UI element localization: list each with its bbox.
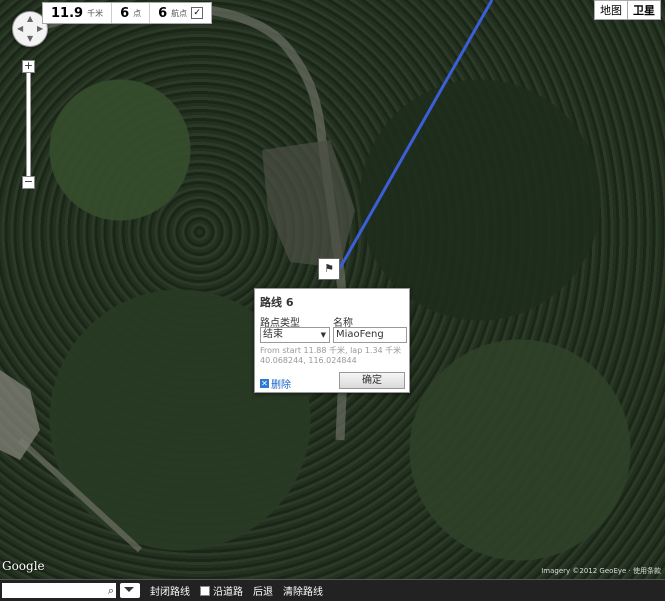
building [0,370,40,460]
confirm-button[interactable]: 确定 [339,372,405,389]
bottom-toolbar: ⌕ 封闭路线 沿道路 后退 清除路线 [0,579,665,601]
search-input[interactable]: ⌕ [2,583,116,598]
follow-road-label: 沿道路 [213,587,243,598]
zoom-out-button[interactable]: − [22,176,35,189]
copyright-text: Imagery ©2012 GeoEye · 使用条款 [541,567,661,575]
coordinates-info: 40.068244, 116.024844 [260,356,357,365]
waypoint-type-value: 结束 [263,329,283,340]
points-unit: 点 [133,8,142,18]
x-icon: ✕ [260,379,269,388]
map-type-control: 地图 卫星 [594,0,661,20]
checkbox-icon[interactable] [200,585,210,596]
flag-icon[interactable]: ⚑ [318,258,340,280]
parking-area [262,140,355,268]
dropdown-button[interactable] [120,583,140,598]
trail [17,437,143,553]
route-stats: 11.9 千米 6 点 6 航点 ✓ [42,2,213,24]
zoom-in-button[interactable]: + [22,60,35,73]
waypoints-value: 6 [158,5,168,21]
zoom-control: + − [22,60,35,189]
google-logo: Google [2,559,45,573]
zoom-slider[interactable] [26,73,31,176]
delete-button[interactable]: ✕ 删除 [260,376,291,391]
clear-route-button[interactable]: 清除路线 [283,583,323,598]
route-line [338,0,494,269]
distance-stat: 11.9 千米 [43,3,113,23]
popup-title: 路线 6 [260,296,294,309]
delete-label: 删除 [271,380,291,391]
close-route-button[interactable]: 封闭路线 [150,583,190,598]
name-input[interactable]: MiaoFeng [333,327,407,343]
follow-road-toggle[interactable]: 沿道路 [200,583,243,598]
satellite-map[interactable]: ▲ ▼ ◀ ▶ + − 11.9 千米 6 点 6 航点 ✓ 地图 卫星 ⚑ 路… [0,0,665,580]
chevron-down-icon: ▼ [320,331,326,339]
points-stat: 6 点 [112,3,151,23]
magnifier-icon[interactable]: ⌕ [108,583,114,598]
distance-value: 11.9 [51,5,84,21]
waypoint-info: From start 11.88 千米, lap 1.34 千米 40.0682… [260,346,401,366]
waypoints-stat: 6 航点 ✓ [150,3,211,23]
map-type-satellite-button[interactable]: 卫星 [627,1,660,19]
waypoint-type-select[interactable]: 结束 ▼ [260,327,330,343]
points-value: 6 [120,5,130,21]
back-button[interactable]: 后退 [253,583,273,598]
map-type-map-button[interactable]: 地图 [595,1,627,19]
distance-info: From start 11.88 千米, lap 1.34 千米 [260,346,402,355]
waypoints-unit: 航点 [171,8,188,18]
distance-unit: 千米 [87,8,104,18]
checkbox-icon[interactable]: ✓ [191,7,204,19]
waypoint-popup: 路线 6 路点类型 名称 结束 ▼ MiaoFeng From start 11… [254,288,410,393]
